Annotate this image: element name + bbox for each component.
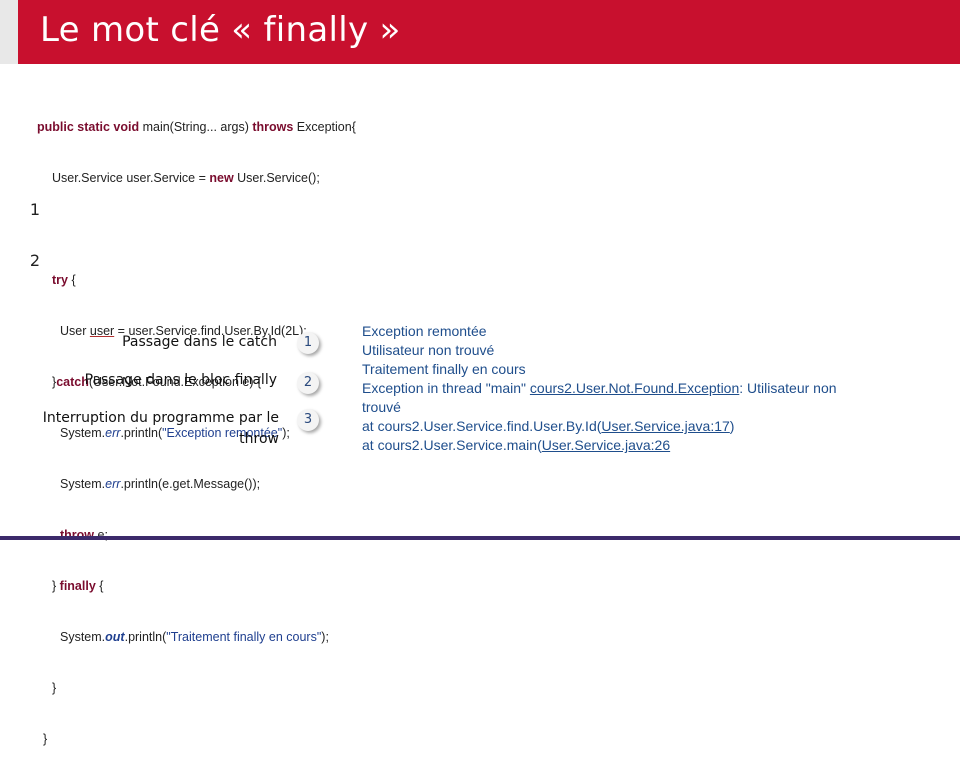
code-line-3: try { bbox=[52, 273, 76, 287]
output-line-3: Traitement finally en cours bbox=[362, 361, 526, 377]
code-line-11: } bbox=[52, 681, 57, 695]
legend-circle-1: 1 bbox=[297, 332, 319, 354]
code-line-12: } bbox=[43, 732, 48, 746]
footer-bar bbox=[0, 536, 960, 540]
output-line-5: trouvé bbox=[362, 399, 401, 415]
output-line-1: Exception remontée bbox=[362, 323, 487, 339]
stack-link-26[interactable]: User.Service.java:26 bbox=[542, 437, 670, 453]
output-line-2: Utilisateur non trouvé bbox=[362, 342, 495, 358]
legend-label-1: Passage dans le catch bbox=[122, 334, 277, 350]
output-line-4: Exception in thread "main" cours2.User.N… bbox=[362, 380, 837, 396]
console-output: Exception remontée Utilisateur non trouv… bbox=[362, 322, 837, 455]
exception-link[interactable]: cours2.User.Not.Found.Exception bbox=[530, 380, 739, 396]
code-line-1: public static void main(String... args) … bbox=[37, 120, 356, 134]
legend-label-3: Interruption du programme par le throw bbox=[42, 410, 279, 447]
page-title: Le mot clé « finally » bbox=[40, 10, 401, 50]
header-accent bbox=[0, 0, 18, 64]
code-line-7: System.err.println(e.get.Message()); bbox=[60, 477, 261, 491]
marker-1: 1 bbox=[29, 200, 41, 219]
legend-circle-2: 2 bbox=[297, 372, 319, 394]
legend-label-2: Passage dans le bloc finally bbox=[84, 372, 277, 388]
code-blank bbox=[37, 221, 356, 238]
stack-link-17[interactable]: User.Service.java:17 bbox=[601, 418, 729, 434]
legend-circle-3: 3 bbox=[297, 409, 319, 431]
code-line-9: } finally { bbox=[52, 579, 104, 593]
code-line-2: User.Service user.Service = new User.Ser… bbox=[52, 171, 320, 185]
code-line-10: System.out.println("Traitement finally e… bbox=[60, 630, 329, 644]
output-line-6: at cours2.User.Service.find.User.By.Id(U… bbox=[362, 418, 735, 434]
marker-2: 2 bbox=[29, 251, 41, 270]
output-line-7: at cours2.User.Service.main(User.Service… bbox=[362, 437, 671, 453]
